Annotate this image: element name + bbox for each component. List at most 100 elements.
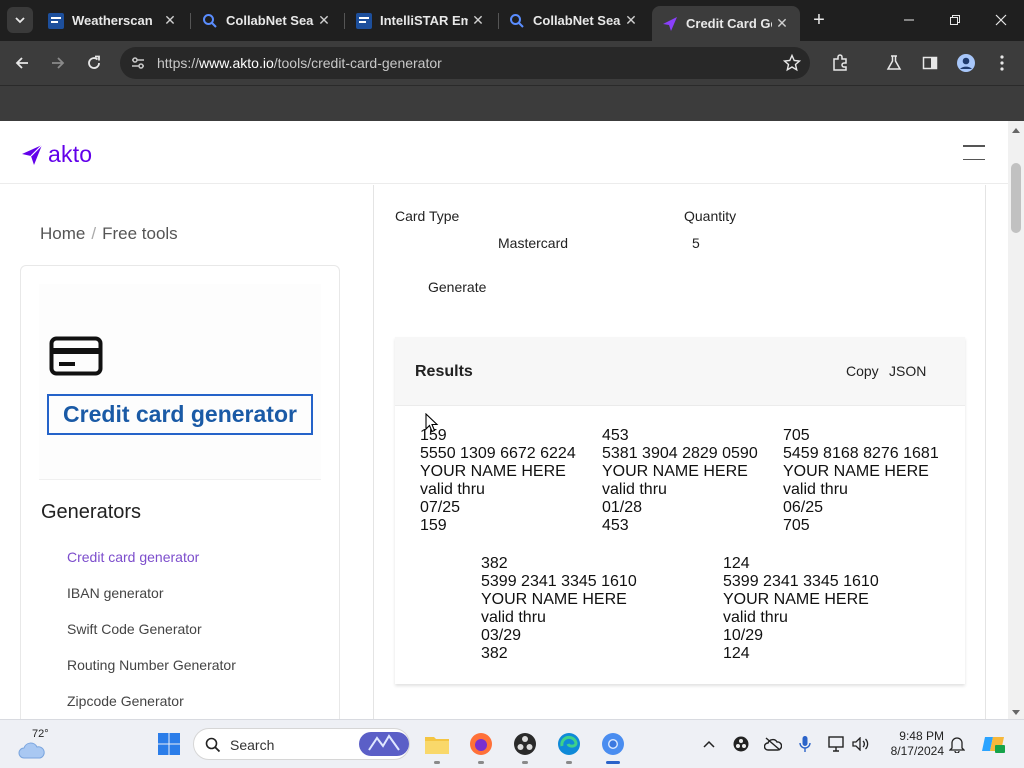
card-name: YOUR NAME HERE — [420, 463, 566, 480]
restore-button[interactable] — [932, 0, 978, 40]
close-tab-icon[interactable]: ✕ — [468, 11, 488, 31]
cloud-moon-icon — [18, 742, 45, 759]
page-scrollbar[interactable] — [1008, 121, 1024, 719]
browser-tab-strip: Weatherscan ✕ CollabNet Sear ✕ IntelliST… — [0, 0, 1024, 41]
tab-collabnet-1[interactable]: CollabNet Sear ✕ — [192, 6, 342, 35]
minimize-button[interactable] — [886, 0, 932, 40]
close-window-button[interactable] — [978, 0, 1024, 40]
generated-card: 159 5550 1309 6672 6224 YOUR NAME HERE v… — [420, 427, 576, 535]
sidebar-item-zipcode-generator[interactable]: Zipcode Generator — [67, 692, 236, 719]
card-expiry: 10/29 — [723, 627, 764, 644]
generate-button[interactable]: Generate — [428, 279, 486, 295]
credit-card-icon — [49, 336, 103, 376]
flask-icon — [886, 55, 902, 70]
scroll-up-arrow-icon[interactable] — [1012, 128, 1020, 133]
sidebar-item-iban-generator[interactable]: IBAN generator — [67, 584, 236, 620]
card-expiry: 06/25 — [783, 499, 824, 516]
copy-button[interactable]: Copy — [846, 363, 879, 379]
close-icon — [995, 14, 1007, 26]
json-button[interactable]: JSON — [889, 363, 926, 379]
reload-icon — [88, 55, 100, 69]
tray-cloud[interactable] — [762, 734, 784, 754]
back-button[interactable] — [8, 49, 36, 77]
extensions-button[interactable] — [826, 49, 854, 77]
weatherscan-favicon — [48, 12, 64, 29]
close-tab-icon[interactable]: ✕ — [314, 11, 334, 31]
file-explorer-app[interactable] — [422, 729, 452, 764]
tab-weatherscan[interactable]: Weatherscan ✕ — [38, 6, 188, 35]
folder-icon — [425, 737, 449, 754]
show-hidden-icons-button[interactable] — [698, 734, 720, 754]
breadcrumb: Home / Free tools — [40, 224, 178, 243]
chrome-app[interactable] — [598, 729, 628, 764]
card-valid-label: valid thru — [783, 481, 848, 498]
card-name: YOUR NAME HERE — [783, 463, 929, 480]
address-bar[interactable]: https://www.akto.io/tools/credit-card-ge… — [120, 47, 810, 79]
card-valid-label: valid thru — [481, 609, 546, 626]
card-number: 5399 2341 3345 1610 — [481, 573, 637, 590]
scrollbar-thumb[interactable] — [1011, 163, 1021, 233]
labs-button[interactable] — [880, 49, 908, 77]
tray-obs[interactable] — [730, 734, 752, 754]
bookmark-bar — [0, 85, 1024, 121]
tray-display[interactable] — [826, 734, 848, 754]
akto-logo[interactable]: akto — [20, 141, 92, 168]
generator-panel: Card Type Mastercard Quantity 5 Generate… — [373, 185, 986, 719]
sidebar-item-credit-card-generator[interactable]: Credit card generator — [67, 548, 236, 584]
sidebar-item-routing-number-generator[interactable]: Routing Number Generator — [67, 656, 236, 692]
card-expiry: 07/25 — [420, 499, 461, 516]
tab-intellistar[interactable]: IntelliSTAR Em ✕ — [346, 6, 496, 35]
weather-widget[interactable]: 72° — [18, 728, 54, 760]
card-cvv: 124 — [723, 555, 750, 572]
tab-search-button[interactable] — [7, 7, 33, 33]
new-tab-button[interactable]: + — [807, 8, 831, 32]
browser-toolbar: https://www.akto.io/tools/credit-card-ge… — [0, 41, 1024, 85]
notifications-button[interactable] — [946, 734, 968, 754]
system-clock[interactable]: 9:48 PM 8/17/2024 — [880, 729, 944, 759]
browser-menu-button[interactable] — [988, 49, 1016, 77]
breadcrumb-free-tools[interactable]: Free tools — [102, 224, 178, 243]
scroll-down-arrow-icon[interactable] — [1012, 710, 1020, 715]
card-cvv-bottom: 159 — [420, 517, 447, 534]
card-valid-label: valid thru — [602, 481, 667, 498]
firefox-app[interactable] — [466, 729, 496, 764]
start-button[interactable] — [154, 729, 184, 759]
tray-volume[interactable] — [850, 734, 872, 754]
card-cvv-bottom: 124 — [723, 645, 750, 662]
tab-title: Credit Card Ge — [686, 16, 772, 31]
card-type-select[interactable]: Mastercard — [498, 235, 568, 251]
sidebar-item-swift-code-generator[interactable]: Swift Code Generator — [67, 620, 236, 656]
weatherscan-favicon — [356, 12, 372, 29]
tool-title: Credit card generator — [47, 394, 313, 435]
card-number: 5459 8168 8276 1681 — [783, 445, 939, 462]
close-tab-icon[interactable]: ✕ — [160, 11, 180, 31]
logo-text: akto — [48, 141, 93, 167]
side-panel-button[interactable] — [916, 49, 944, 77]
tab-collabnet-2[interactable]: CollabNet Sear ✕ — [499, 6, 649, 35]
reload-button[interactable] — [80, 49, 108, 77]
site-header: akto — [0, 121, 1008, 184]
forward-button[interactable] — [44, 49, 72, 77]
card-cvv: 382 — [481, 555, 508, 572]
hamburger-menu-icon[interactable] — [963, 145, 985, 161]
close-tab-icon[interactable]: ✕ — [772, 14, 792, 34]
bookmark-star-icon[interactable] — [782, 53, 802, 73]
breadcrumb-home[interactable]: Home — [40, 224, 85, 243]
profile-button[interactable] — [952, 49, 980, 77]
card-valid-label: valid thru — [723, 609, 788, 626]
edge-app[interactable] — [554, 729, 584, 764]
tray-microphone[interactable] — [794, 734, 816, 754]
close-tab-icon[interactable]: ✕ — [621, 11, 641, 31]
bell-icon — [949, 737, 965, 753]
tab-credit-card-generator[interactable]: Credit Card Ge ✕ — [652, 6, 800, 41]
obs-app[interactable] — [510, 729, 540, 764]
site-info-icon[interactable] — [128, 53, 148, 73]
avatar-icon — [957, 54, 975, 72]
arrow-left-icon — [15, 57, 28, 69]
copilot-button[interactable] — [980, 734, 1006, 754]
taskbar-search[interactable]: Search — [193, 728, 410, 760]
tab-title: Weatherscan — [72, 13, 153, 28]
tab-title: CollabNet Sear — [226, 13, 314, 28]
card-number: 5550 1309 6672 6224 — [420, 445, 576, 462]
quantity-input[interactable]: 5 — [692, 235, 700, 251]
